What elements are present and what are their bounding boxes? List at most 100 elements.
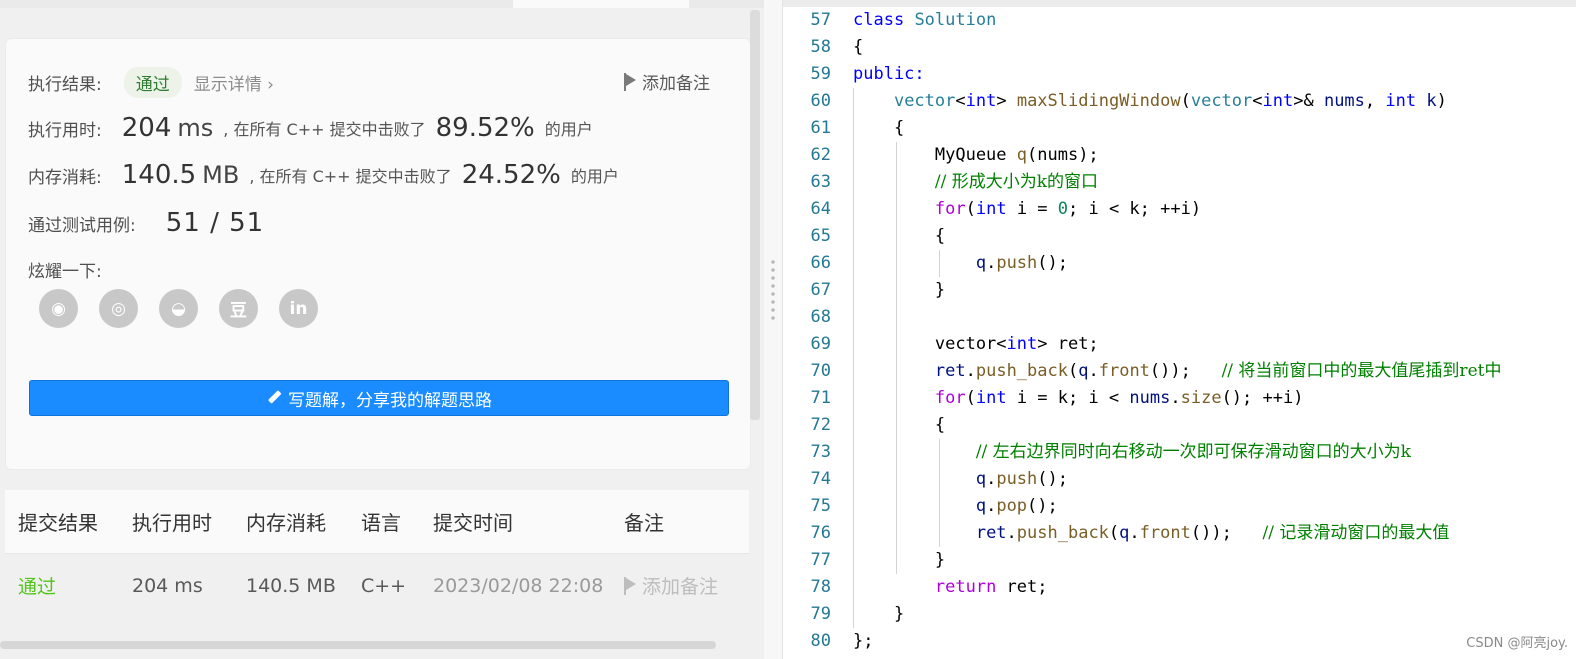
header-time: 提交时间: [433, 511, 513, 535]
line-number: 65: [810, 226, 831, 246]
memory-unit: MB: [202, 161, 240, 189]
runtime-users-text: 的用户: [544, 120, 593, 139]
line-number: 58: [810, 37, 831, 57]
header-language: 语言: [361, 511, 401, 535]
code-line: vector<int> ret;: [853, 334, 1099, 354]
line-number: 59: [810, 64, 831, 84]
editor-top-bar: [783, 0, 1576, 7]
line-number: 60: [810, 91, 831, 111]
runtime-value: 204: [121, 113, 172, 143]
line-number: 74: [810, 469, 831, 489]
code-line: {: [853, 226, 946, 246]
drag-handle-icon[interactable]: [771, 258, 775, 324]
code-line: public:: [853, 64, 925, 84]
active-tab[interactable]: [513, 0, 689, 8]
tests-label: 通过测试用例:: [28, 215, 136, 236]
result-label: 执行结果:: [28, 75, 102, 95]
result-card: 执行结果: 通过 显示详情 › 添加备注 执行用时: 204 ms , 在所有 …: [5, 38, 751, 470]
code-line: ret.push_back(q.front()); // 将当前窗口中的最大值尾…: [934, 361, 1502, 381]
code-line: {: [853, 118, 905, 138]
memory-value: 140.5: [121, 160, 197, 190]
result-row: 执行结果: 通过 显示详情 ›: [28, 67, 274, 98]
line-number: 70: [810, 361, 831, 381]
code-line: }: [853, 604, 905, 624]
add-note-button[interactable]: 添加备注: [624, 69, 710, 94]
write-solution-button[interactable]: 写题解，分享我的解题思路: [29, 380, 729, 416]
header-runtime: 执行用时: [132, 511, 212, 535]
code-line: // 形成大小为k的窗口: [934, 172, 1099, 192]
line-number: 61: [810, 118, 831, 138]
line-number: 80: [810, 631, 831, 651]
line-number: 62: [810, 145, 831, 165]
code-line: ret.push_back(q.front()); // 记录滑动窗口的最大值: [975, 523, 1450, 543]
memory-beat-text: , 在所有 C++ 提交中击败了: [249, 167, 452, 186]
code-line: q.push();: [975, 253, 1068, 273]
row-add-note-label: 添加备注: [642, 576, 719, 598]
code-line: class Solution: [853, 10, 997, 30]
share-icons: ◉ ◎ ◒ 豆 in: [39, 289, 318, 328]
line-number: 76: [810, 523, 831, 543]
code-line: q.pop();: [975, 496, 1058, 516]
header-note: 备注: [624, 511, 664, 535]
code-line: }: [853, 550, 946, 570]
table-row[interactable]: 通过 204 ms 140.5 MB C++ 2023/02/08 22:08 …: [5, 553, 749, 617]
tests-row: 通过测试用例: 51 / 51: [28, 208, 264, 238]
code-line: q.push();: [975, 469, 1068, 489]
row-add-note-button[interactable]: 添加备注: [624, 572, 718, 599]
runtime-row: 执行用时: 204 ms , 在所有 C++ 提交中击败了 89.52% 的用户: [28, 113, 593, 143]
share-label: 炫耀一下:: [28, 262, 102, 282]
share-row: 炫耀一下:: [28, 257, 102, 282]
wechat-icon[interactable]: ◉: [39, 289, 78, 328]
row-memory: 140.5 MB: [246, 574, 336, 597]
panel-tab-strip: [0, 0, 764, 8]
row-time: 2023/02/08 22:08: [433, 574, 604, 597]
vertical-scrollbar[interactable]: [750, 10, 760, 420]
horizontal-scrollbar[interactable]: [0, 641, 716, 649]
code-line: return ret;: [934, 577, 1048, 597]
linkedin-icon[interactable]: in: [279, 289, 318, 328]
panel-splitter[interactable]: [764, 0, 783, 659]
line-number: 66: [810, 253, 831, 273]
runtime-label: 执行用时:: [28, 120, 102, 141]
line-number: 69: [810, 334, 831, 354]
memory-users-text: 的用户: [570, 167, 619, 186]
code-line: vector<int> maxSlidingWindow(vector<int>…: [893, 91, 1447, 111]
header-memory: 内存消耗: [246, 511, 326, 535]
flag-icon: [624, 72, 636, 91]
result-status-badge: 通过: [123, 67, 182, 98]
line-number: 79: [810, 604, 831, 624]
header-status: 提交结果: [18, 511, 98, 535]
row-language: C++: [361, 574, 407, 597]
code-line: MyQueue q(nums);: [853, 145, 1099, 165]
line-number-gutter: 57 58 59 60 61 62 63 64 65 66 67 68 69 7…: [783, 7, 841, 655]
runtime-unit: ms: [177, 114, 214, 142]
code-line: for(int i = 0; i < k; ++i): [934, 199, 1202, 219]
code-line: // 左右边界同时向右移动一次即可保存滑动窗口的大小为k: [975, 442, 1411, 462]
code-line: {: [853, 415, 946, 435]
douban-icon[interactable]: 豆: [219, 289, 258, 328]
show-details-link[interactable]: 显示详情 ›: [194, 70, 274, 95]
line-number: 68: [810, 307, 831, 327]
write-solution-label: 写题解，分享我的解题思路: [288, 390, 492, 411]
code-lines[interactable]: class Solution { public: vector<int> max…: [853, 7, 1576, 655]
submissions-table: 提交结果 执行用时 内存消耗 语言 提交时间 备注 通过 204 ms 140.…: [5, 490, 749, 617]
line-number: 63: [810, 172, 831, 192]
table-header: 提交结果 执行用时 内存消耗 语言 提交时间 备注: [5, 490, 749, 553]
memory-row: 内存消耗: 140.5 MB , 在所有 C++ 提交中击败了 24.52% 的…: [28, 160, 619, 190]
memory-percentile: 24.52%: [461, 160, 561, 190]
line-number: 77: [810, 550, 831, 570]
tests-value: 51 / 51: [165, 208, 265, 238]
code-line: }: [853, 280, 946, 300]
line-number: 67: [810, 280, 831, 300]
runtime-beat-text: , 在所有 C++ 提交中击败了: [223, 120, 426, 139]
line-number: 75: [810, 496, 831, 516]
line-number: 78: [810, 577, 831, 597]
code-editor[interactable]: 57 58 59 60 61 62 63 64 65 66 67 68 69 7…: [783, 0, 1576, 659]
qq-icon[interactable]: ◒: [159, 289, 198, 328]
runtime-percentile: 89.52%: [435, 113, 535, 143]
code-line: for(int i = k; i < nums.size(); ++i): [934, 388, 1304, 408]
row-status[interactable]: 通过: [18, 572, 56, 599]
code-line: {: [853, 37, 864, 57]
weibo-icon[interactable]: ◎: [99, 289, 138, 328]
